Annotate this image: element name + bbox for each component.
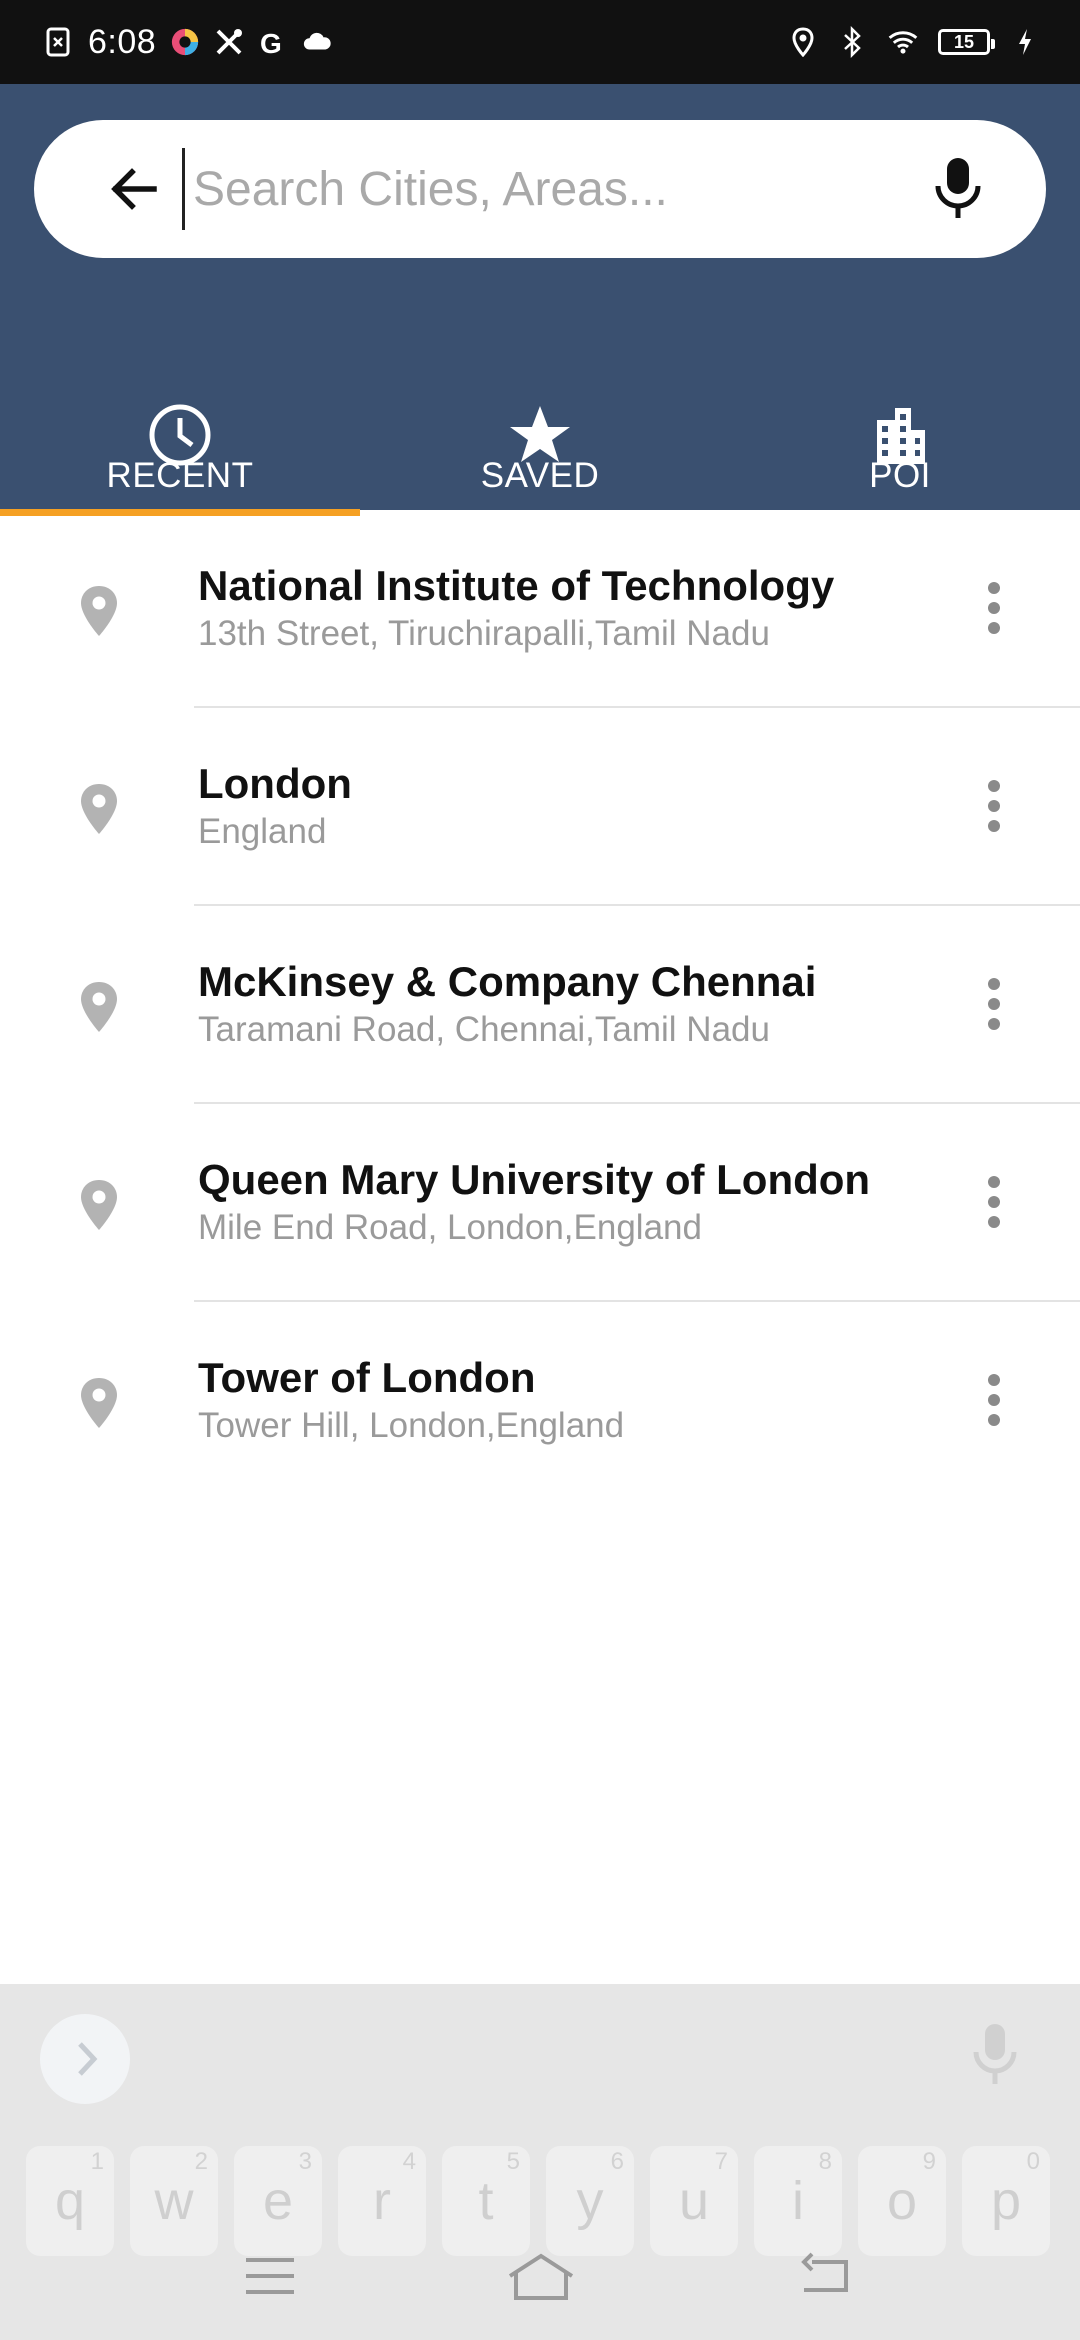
key-letter: u <box>678 2171 710 2231</box>
key-letter: i <box>792 2171 804 2231</box>
key-letter: t <box>478 2171 494 2231</box>
key-number: 4 <box>402 2148 416 2175</box>
recent-list: National Institute of Technology 13th St… <box>0 510 1080 1500</box>
keyboard: 1q 2w 3e 4r 5t 6y 7u 8i 9o 0p <box>0 1984 1080 2340</box>
key[interactable]: 2w <box>130 2146 218 2256</box>
list-item[interactable]: London England <box>0 708 1080 906</box>
home-icon[interactable] <box>506 2246 574 2306</box>
list-item[interactable]: National Institute of Technology 13th St… <box>0 510 1080 708</box>
back-arrow-icon[interactable] <box>104 159 164 219</box>
key[interactable]: 9o <box>858 2146 946 2256</box>
key[interactable]: 0p <box>962 2146 1050 2256</box>
location-pin-icon <box>78 1178 120 1232</box>
menu-icon[interactable] <box>240 2246 300 2306</box>
item-subtitle: 13th Street, Tiruchirapalli,Tamil Nadu <box>198 614 770 653</box>
more-options-icon[interactable] <box>984 580 1004 636</box>
status-bar: 6:08 G 15 <box>0 0 1080 84</box>
location-pin-icon <box>78 584 120 638</box>
status-right: 15 <box>788 0 1040 84</box>
back-icon[interactable] <box>796 2246 856 2306</box>
colorful-app-icon <box>170 27 200 57</box>
keyboard-mic-icon[interactable] <box>970 2020 1020 2090</box>
item-title: National Institute of Technology <box>198 562 835 609</box>
tab-poi-label: POI <box>869 456 931 495</box>
key-letter: o <box>886 2171 918 2231</box>
item-subtitle: Mile End Road, London,England <box>198 1208 702 1247</box>
key-number: 3 <box>298 2148 312 2175</box>
tab-bar: RECENT SAVED POI <box>0 312 1080 516</box>
status-time: 6:08 <box>88 22 157 61</box>
tab-recent[interactable]: RECENT <box>0 312 360 516</box>
key-letter: r <box>373 2171 391 2231</box>
cloud-icon <box>302 27 332 57</box>
key-letter: p <box>990 2171 1022 2231</box>
key[interactable]: 5t <box>442 2146 530 2256</box>
tab-recent-label: RECENT <box>106 456 254 495</box>
location-pin-icon <box>78 1376 120 1430</box>
item-title: McKinsey & Company Chennai <box>198 958 817 1005</box>
tools-icon <box>214 27 244 57</box>
google-icon: G <box>258 27 288 57</box>
location-pin-icon <box>78 782 120 836</box>
navigation-bar <box>0 2246 1080 2340</box>
wifi-icon <box>888 27 918 57</box>
svg-text:G: G <box>260 28 282 57</box>
more-options-icon[interactable] <box>984 976 1004 1032</box>
key-number: 0 <box>1026 2148 1040 2175</box>
list-item[interactable]: McKinsey & Company Chennai Taramani Road… <box>0 906 1080 1104</box>
expand-suggestions-button[interactable] <box>40 2014 130 2104</box>
screen: 6:08 G 15 Search Cities, Areas... RECENT… <box>0 0 1080 2340</box>
key-number: 7 <box>714 2148 728 2175</box>
list-item[interactable]: Queen Mary University of London Mile End… <box>0 1104 1080 1302</box>
key[interactable]: 7u <box>650 2146 738 2256</box>
tab-poi[interactable]: POI <box>720 312 1080 510</box>
mic-icon[interactable] <box>928 156 988 222</box>
more-options-icon[interactable] <box>984 1174 1004 1230</box>
battery-icon: 15 <box>938 29 995 55</box>
key-letter: q <box>54 2171 86 2231</box>
item-title: Tower of London <box>198 1354 536 1401</box>
item-subtitle: Taramani Road, Chennai,Tamil Nadu <box>198 1010 770 1049</box>
tab-saved[interactable]: SAVED <box>360 312 720 510</box>
search-bar <box>34 120 1046 258</box>
battery-level: 15 <box>953 31 975 52</box>
tab-saved-label: SAVED <box>480 456 600 495</box>
keyboard-row: 1q 2w 3e 4r 5t 6y 7u 8i 9o 0p <box>26 2146 1050 2256</box>
key[interactable]: 4r <box>338 2146 426 2256</box>
key-number: 5 <box>506 2148 520 2175</box>
key[interactable]: 3e <box>234 2146 322 2256</box>
key-number: 6 <box>610 2148 624 2175</box>
key[interactable]: 8i <box>754 2146 842 2256</box>
key-letter: y <box>576 2171 604 2231</box>
more-options-icon[interactable] <box>984 1372 1004 1428</box>
key[interactable]: 1q <box>26 2146 114 2256</box>
location-icon <box>788 27 818 57</box>
key-number: 1 <box>90 2148 104 2175</box>
key-number: 2 <box>194 2148 208 2175</box>
more-options-icon[interactable] <box>984 778 1004 834</box>
status-left: 6:08 G <box>44 0 332 84</box>
key-letter: e <box>262 2171 294 2231</box>
item-title: Queen Mary University of London <box>198 1156 871 1203</box>
location-pin-icon <box>78 980 120 1034</box>
key-number: 9 <box>922 2148 936 2175</box>
item-subtitle: Tower Hill, London,England <box>198 1406 625 1445</box>
search-input[interactable] <box>182 148 953 230</box>
screenshot-error-icon <box>44 27 74 57</box>
list-item[interactable]: Tower of London Tower Hill, London,Engla… <box>0 1302 1080 1500</box>
bluetooth-icon <box>838 26 868 58</box>
key-letter: w <box>154 2171 194 2231</box>
key-number: 8 <box>818 2148 832 2175</box>
key[interactable]: 6y <box>546 2146 634 2256</box>
charging-icon <box>1010 27 1040 57</box>
header: RECENT SAVED POI <box>0 84 1080 516</box>
item-subtitle: England <box>198 812 327 851</box>
item-title: London <box>198 760 352 807</box>
